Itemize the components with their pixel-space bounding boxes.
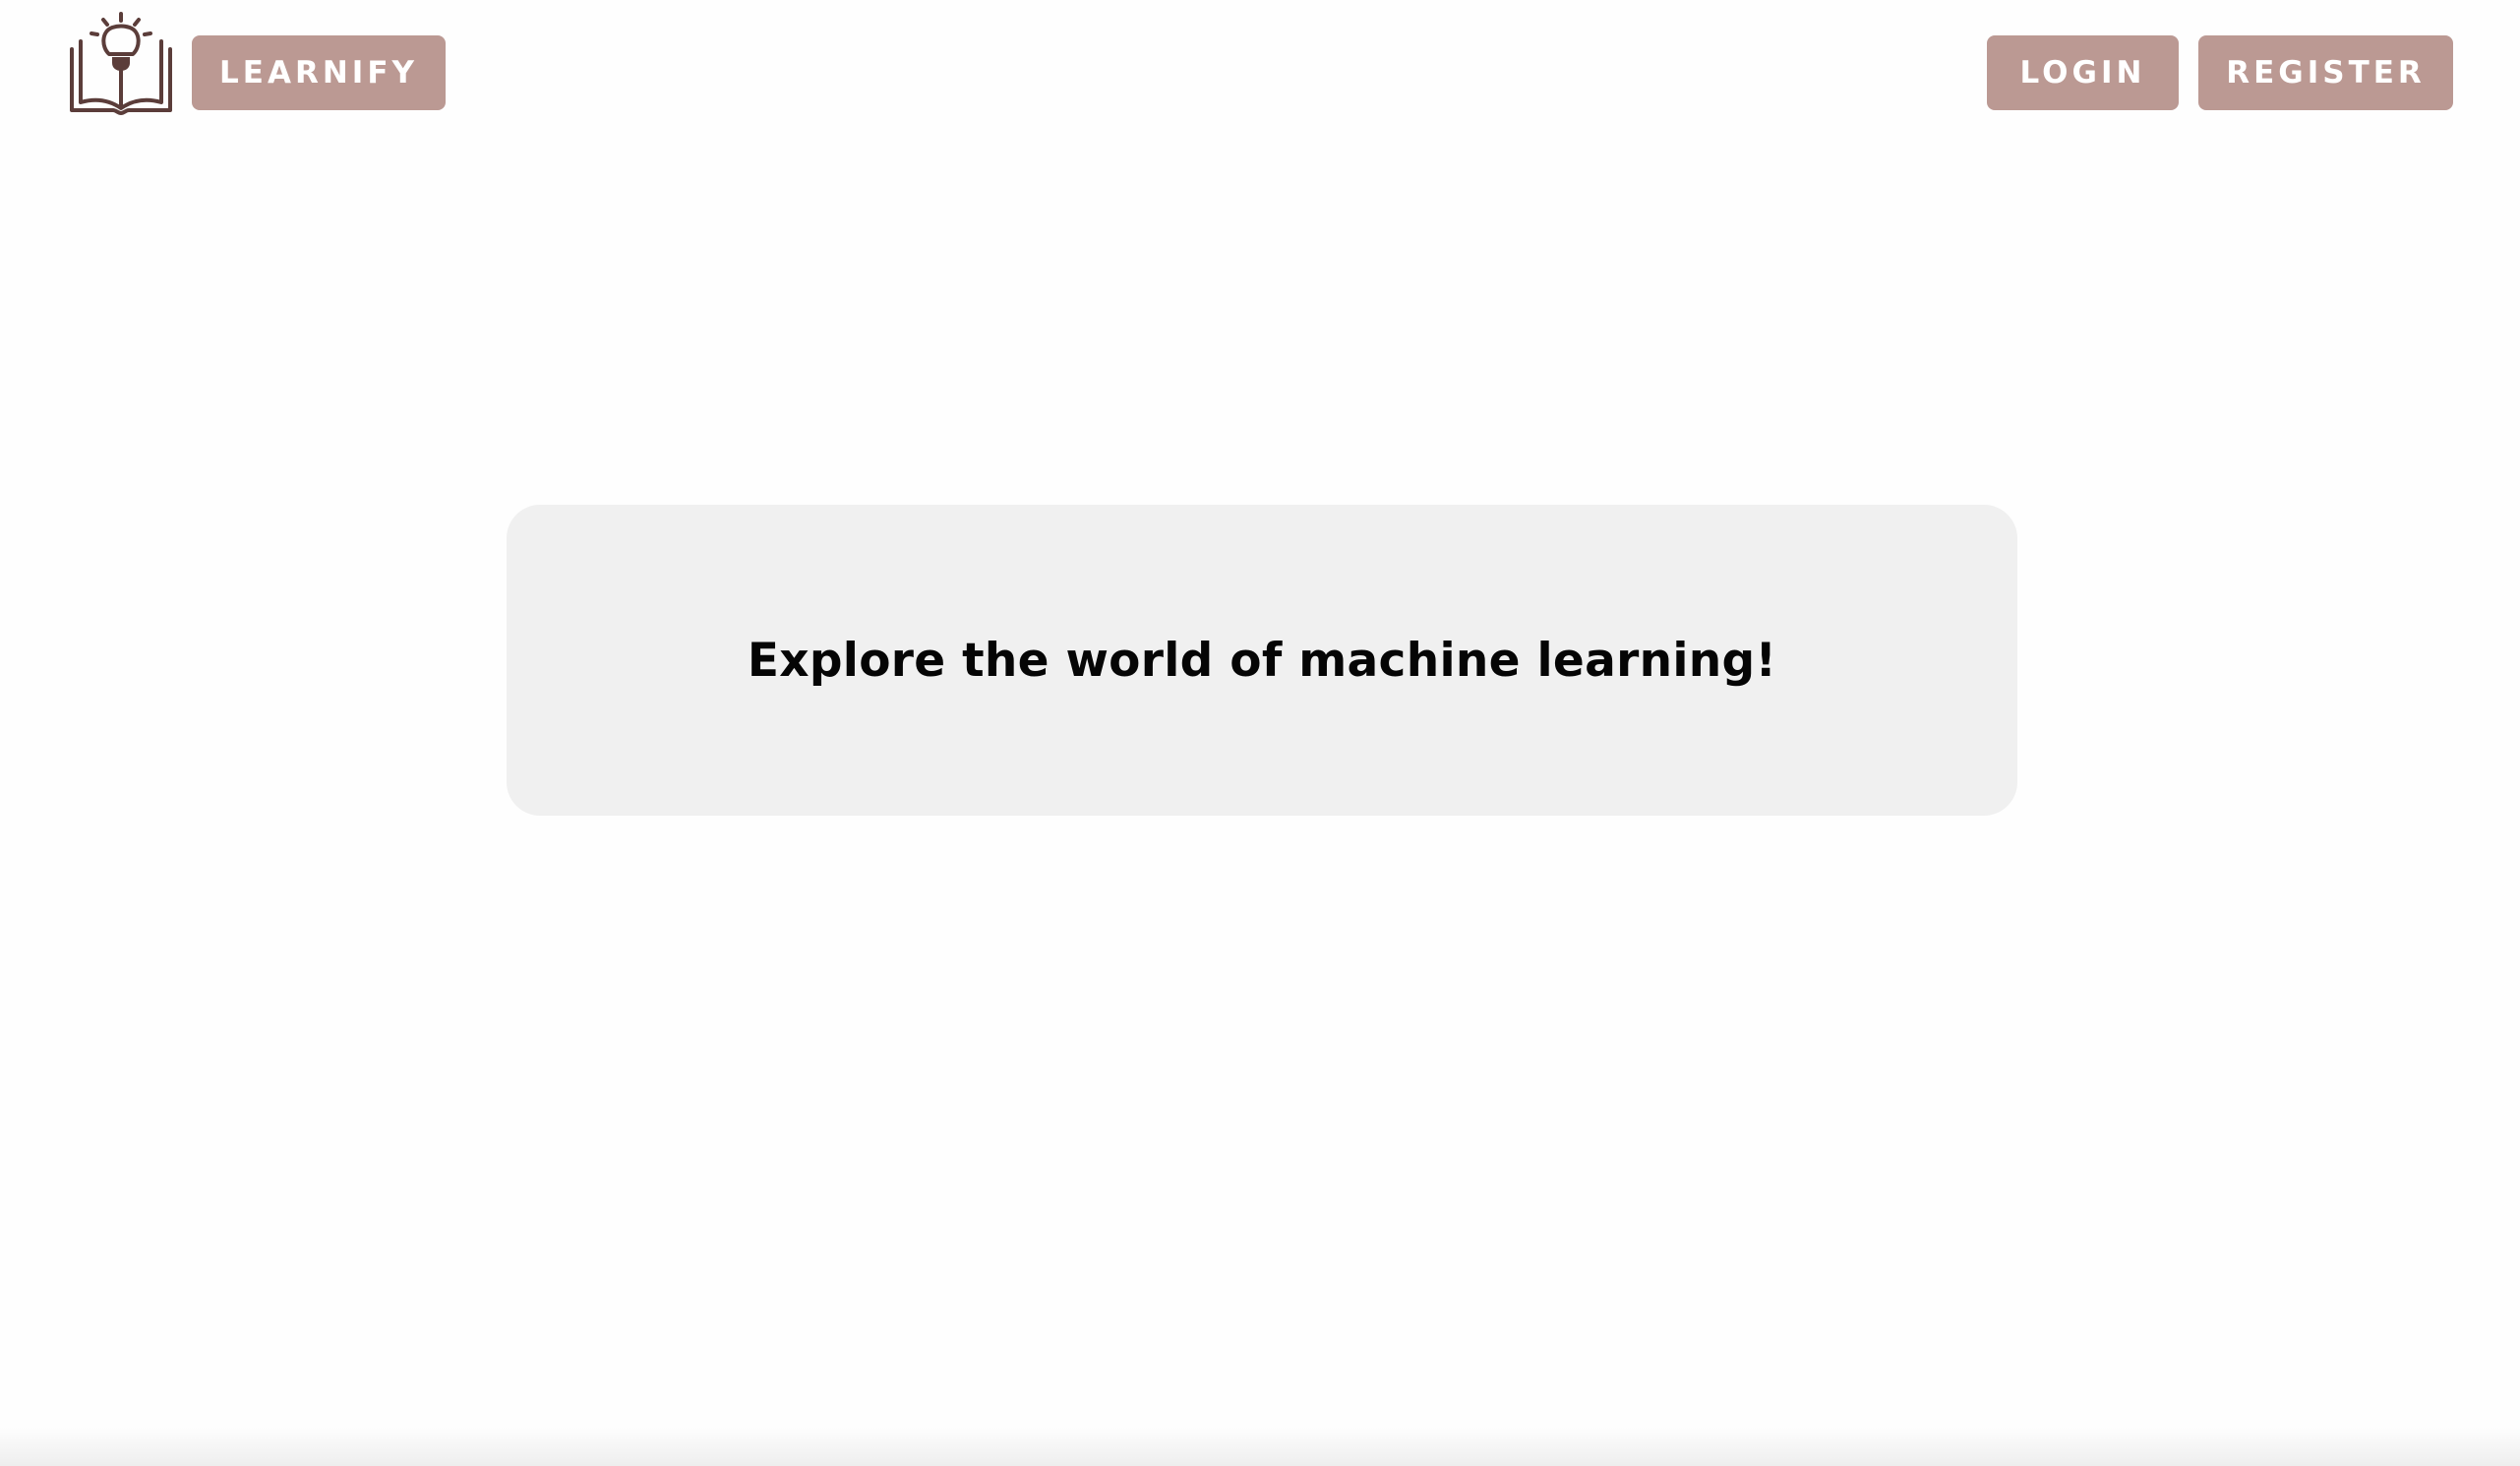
hero-card: Explore the world of machine learning!: [507, 505, 2017, 816]
bottom-shade: [0, 1427, 2520, 1466]
hero-heading: Explore the world of machine learning!: [747, 633, 1777, 688]
page: LEARNIFY LOGIN REGISTER Explore the worl…: [0, 0, 2520, 1466]
book-lightbulb-icon[interactable]: [69, 12, 173, 116]
login-button[interactable]: LOGIN: [1987, 35, 2179, 110]
register-button[interactable]: REGISTER: [2198, 35, 2453, 110]
brand-button[interactable]: LEARNIFY: [192, 35, 446, 110]
